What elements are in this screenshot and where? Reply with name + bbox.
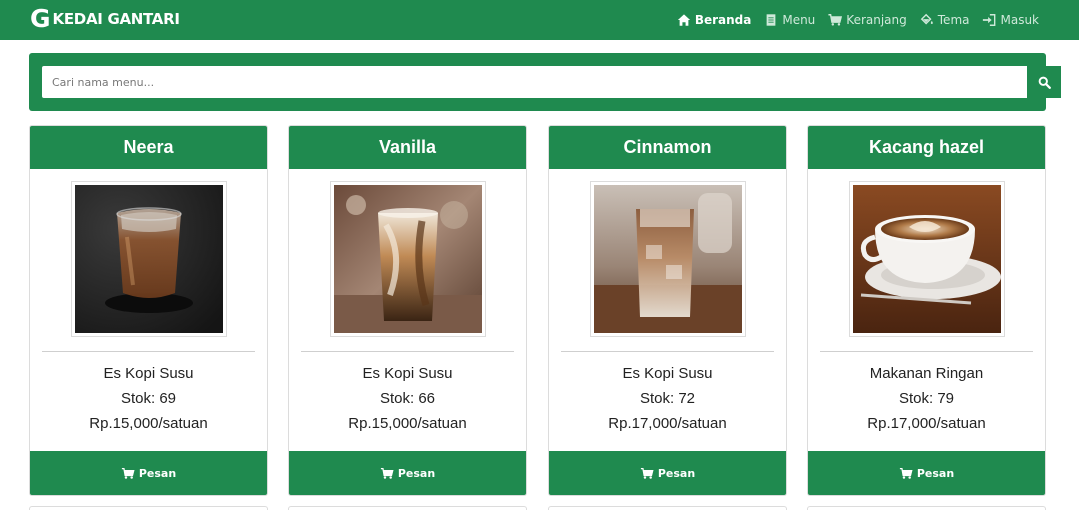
top-navbar: G KEDAI GANTARI Beranda Menu Keranjang T… bbox=[0, 0, 1079, 40]
order-button-label: Pesan bbox=[916, 466, 955, 480]
brand-logo[interactable]: G KEDAI GANTARI bbox=[30, 6, 180, 32]
sign-in-icon bbox=[983, 14, 996, 26]
nav-item-beranda[interactable]: Beranda bbox=[677, 13, 752, 27]
iced-latte-photo bbox=[333, 185, 482, 333]
order-button-label: Pesan bbox=[138, 466, 177, 480]
cart-icon bbox=[121, 467, 135, 479]
nav-item-menu[interactable]: Menu bbox=[764, 13, 815, 27]
product-image bbox=[70, 181, 227, 337]
product-price: Rp.15,000/satuan bbox=[89, 415, 208, 432]
product-info: Es Kopi Susu Stok: 72 Rp.17,000/satuan bbox=[549, 361, 786, 436]
order-button-label: Pesan bbox=[397, 466, 436, 480]
divider bbox=[820, 351, 1033, 352]
nav-label: Masuk bbox=[1000, 13, 1039, 27]
search-input[interactable] bbox=[42, 66, 1027, 98]
order-button[interactable]: Pesan bbox=[30, 451, 267, 495]
product-name: Kacang hazel bbox=[808, 126, 1045, 169]
product-card: Kacang hazel Makanan Ringan Stok: 79 Rp.… bbox=[807, 125, 1046, 496]
product-category: Es Kopi Susu bbox=[362, 365, 453, 382]
brand-name: KEDAI GANTARI bbox=[52, 10, 180, 28]
search-panel bbox=[29, 53, 1061, 111]
product-info: Es Kopi Susu Stok: 69 Rp.15,000/satuan bbox=[30, 361, 267, 436]
product-stock: Stok: 79 bbox=[898, 390, 955, 407]
iced-coffee-glass-photo bbox=[593, 185, 742, 333]
product-image bbox=[848, 181, 1005, 337]
product-image bbox=[589, 181, 746, 337]
product-card-partial bbox=[807, 506, 1046, 510]
product-info: Es Kopi Susu Stok: 66 Rp.15,000/satuan bbox=[289, 361, 526, 436]
divider bbox=[561, 351, 774, 352]
search-button[interactable] bbox=[1027, 66, 1061, 98]
product-category: Es Kopi Susu bbox=[103, 365, 194, 382]
order-button[interactable]: Pesan bbox=[289, 451, 526, 495]
product-category: Es Kopi Susu bbox=[622, 365, 713, 382]
product-card: Vanilla Es Kopi Susu Stok: 66 Rp.15,000/… bbox=[288, 125, 527, 496]
order-button[interactable]: Pesan bbox=[808, 451, 1045, 495]
product-name: Vanilla bbox=[289, 126, 526, 169]
nav-item-masuk[interactable]: Masuk bbox=[982, 13, 1039, 27]
product-card-partial bbox=[29, 506, 268, 510]
product-category: Makanan Ringan bbox=[869, 365, 984, 382]
nav-label: Tema bbox=[937, 13, 970, 27]
cart-icon bbox=[899, 467, 913, 479]
iced-coffee-photo bbox=[74, 185, 223, 333]
latte-art-cup-photo bbox=[852, 185, 1001, 333]
product-info: Makanan Ringan Stok: 79 Rp.17,000/satuan bbox=[808, 361, 1045, 436]
paint-bucket-icon bbox=[920, 13, 933, 25]
document-icon bbox=[766, 14, 776, 26]
nav-label: Keranjang bbox=[846, 13, 907, 27]
product-price: Rp.17,000/satuan bbox=[867, 415, 986, 432]
nav-item-keranjang[interactable]: Keranjang bbox=[828, 13, 907, 27]
cart-icon bbox=[828, 14, 843, 26]
divider bbox=[301, 351, 514, 352]
product-name: Neera bbox=[30, 126, 267, 169]
product-card-partial bbox=[548, 506, 787, 510]
nav-item-tema[interactable]: Tema bbox=[920, 13, 970, 27]
nav-label: Menu bbox=[782, 13, 816, 27]
product-card-partial bbox=[288, 506, 527, 510]
search-icon bbox=[1038, 76, 1051, 89]
product-stock: Stok: 72 bbox=[639, 390, 696, 407]
product-card: Cinnamon Es Kopi Susu Stok: 72 Rp.17,000… bbox=[548, 125, 787, 496]
nav-label: Beranda bbox=[694, 13, 752, 27]
brand-logo-letter: G bbox=[30, 4, 51, 33]
product-name: Cinnamon bbox=[549, 126, 786, 169]
product-stock: Stok: 69 bbox=[120, 390, 177, 407]
product-price: Rp.15,000/satuan bbox=[348, 415, 467, 432]
cart-icon bbox=[640, 467, 654, 479]
product-image bbox=[329, 181, 486, 337]
product-price: Rp.17,000/satuan bbox=[608, 415, 727, 432]
product-stock: Stok: 66 bbox=[379, 390, 436, 407]
product-card: Neera Es Kopi Susu Stok: 69 Rp.15,000/sa… bbox=[29, 125, 268, 496]
home-icon bbox=[677, 14, 690, 26]
order-button[interactable]: Pesan bbox=[549, 451, 786, 495]
divider bbox=[42, 351, 255, 352]
main-nav: Beranda Menu Keranjang Tema Masuk bbox=[677, 0, 1039, 40]
order-button-label: Pesan bbox=[657, 466, 696, 480]
cart-icon bbox=[380, 467, 394, 479]
